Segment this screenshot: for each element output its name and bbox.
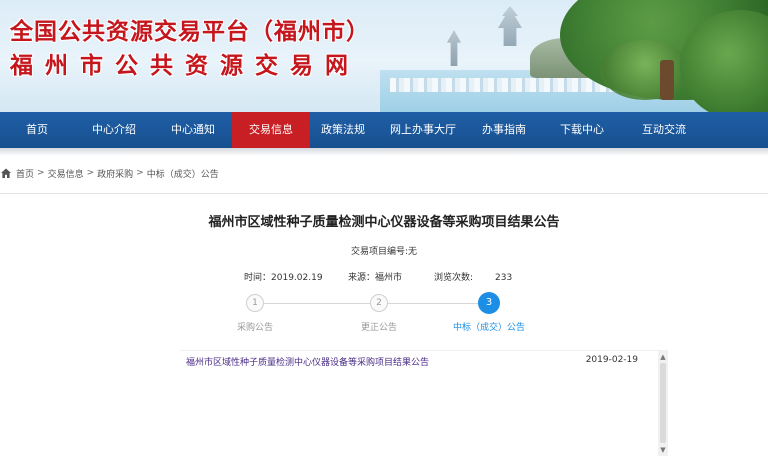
step-2-circle[interactable]: 2 <box>370 294 388 312</box>
site-banner: 全国公共资源交易平台（福州市） 福州市公共资源交易网 <box>0 0 768 112</box>
document-list: 福州市区域性种子质量检测中心仪器设备等采购项目结果公告 2019-02-19 ▲… <box>180 350 668 456</box>
nav-item-interaction[interactable]: 互动交流 <box>626 112 702 148</box>
nav-item-guide[interactable]: 办事指南 <box>470 112 538 148</box>
home-icon <box>1 168 11 178</box>
breadcrumb-trade-info[interactable]: 交易信息 <box>48 167 84 180</box>
site-title-sub: 福州市公共资源交易网 <box>10 53 360 79</box>
step-1-label[interactable]: 采购公告 <box>210 320 300 333</box>
breadcrumb-separator: > <box>86 168 95 178</box>
nav-item-center-intro[interactable]: 中心介绍 <box>74 112 154 148</box>
document-scrollbar[interactable]: ▲ ▼ <box>658 351 668 456</box>
breadcrumb: 首页 > 交易信息 > 政府采购 > 中标（成交）公告 <box>0 164 219 182</box>
nav-item-home[interactable]: 首页 <box>0 112 74 148</box>
step-connector <box>264 303 370 304</box>
source: 来源：福州市 <box>348 270 402 283</box>
nav-item-policy[interactable]: 政策法规 <box>310 112 376 148</box>
publish-time-value: 2019.02.19 <box>271 273 323 283</box>
scroll-thumb[interactable] <box>660 363 666 443</box>
nav-item-online-hall[interactable]: 网上办事大厅 <box>376 112 470 148</box>
main-nav: 首页 中心介绍 中心通知 交易信息 政策法规 网上办事大厅 办事指南 下载中心 … <box>0 112 768 148</box>
nav-shadow <box>0 148 768 156</box>
scroll-down-icon[interactable]: ▼ <box>659 446 667 454</box>
site-title-main: 全国公共资源交易平台（福州市） <box>10 19 370 45</box>
banner-tree-trunk <box>660 60 674 100</box>
nav-item-download[interactable]: 下载中心 <box>538 112 626 148</box>
breadcrumb-home[interactable]: 首页 <box>16 167 34 180</box>
banner-pagoda-small <box>447 30 461 66</box>
scroll-up-icon[interactable]: ▲ <box>659 353 667 361</box>
breadcrumb-award-notice[interactable]: 中标（成交）公告 <box>147 167 219 180</box>
breadcrumb-separator: > <box>136 168 144 178</box>
banner-tree-small <box>600 40 690 100</box>
article-title: 福州市区域性种子质量检测中心仪器设备等采购项目结果公告 <box>208 215 560 230</box>
banner-pagoda <box>498 6 522 46</box>
list-item: 福州市区域性种子质量检测中心仪器设备等采购项目结果公告 2019-02-19 <box>186 355 644 371</box>
step-2-label[interactable]: 更正公告 <box>334 320 424 333</box>
step-3-circle[interactable]: 3 <box>478 292 500 314</box>
trade-number: 交易项目编号:无 <box>350 247 418 257</box>
view-count-label: 浏览次数: <box>434 273 474 283</box>
publish-time: 时间：2019.02.19 <box>244 270 323 283</box>
nav-item-trade-info[interactable]: 交易信息 <box>232 112 310 148</box>
source-label: 来源： <box>348 273 376 283</box>
view-count: 浏览次数: 233 <box>434 270 512 283</box>
view-count-value: 233 <box>495 273 513 283</box>
nav-item-center-notice[interactable]: 中心通知 <box>154 112 232 148</box>
step-connector <box>388 303 480 304</box>
publish-time-label: 时间： <box>244 273 272 283</box>
content-divider <box>0 193 768 194</box>
breadcrumb-gov-purchase[interactable]: 政府采购 <box>97 167 133 180</box>
step-1-circle[interactable]: 1 <box>246 294 264 312</box>
breadcrumb-separator: > <box>37 168 45 178</box>
document-link[interactable]: 福州市区域性种子质量检测中心仪器设备等采购项目结果公告 <box>186 355 429 368</box>
document-date: 2019-02-19 <box>585 355 638 365</box>
source-value: 福州市 <box>375 273 403 283</box>
step-3-label[interactable]: 中标（成交）公告 <box>444 320 534 333</box>
